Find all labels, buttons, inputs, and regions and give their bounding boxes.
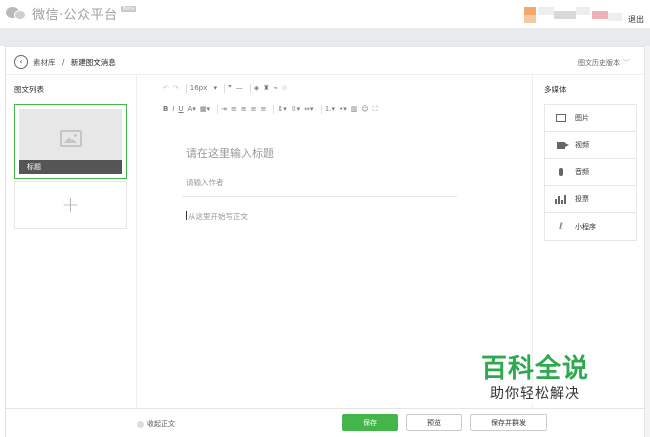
media-item-mini-program[interactable]: ℓ 小程序 <box>545 213 636 240</box>
align-justify-icon[interactable]: ≡ <box>261 105 267 113</box>
audio-icon <box>555 166 567 178</box>
image-icon <box>555 112 567 124</box>
text-caret <box>186 211 187 220</box>
author-input[interactable]: 请输入作者 <box>186 177 224 188</box>
multimedia-title: 多媒体 <box>544 85 567 94</box>
article-list-panel: 图文列表 标题 + <box>6 75 137 408</box>
editor-toolbar: ↶ ↷ 16px ▾ ❞ — ◈ ♜ ⌁ ⊘ B I U A▾ ▦▾ ⇥ ≡ ≡… <box>163 81 523 119</box>
media-item-label: 音频 <box>575 168 589 176</box>
emoji-icon[interactable]: ☺ <box>361 105 368 113</box>
font-size-value: 16px <box>189 84 208 92</box>
horizontal-rule-icon[interactable]: — <box>236 84 243 92</box>
underline-icon[interactable]: U <box>178 105 183 113</box>
plus-icon: + <box>61 192 80 218</box>
image-placeholder-icon <box>60 130 82 147</box>
article-card[interactable]: 标题 <box>14 104 127 179</box>
avatar[interactable] <box>524 6 624 23</box>
logout-link[interactable]: 退出 <box>628 14 644 25</box>
beta-badge: Beta <box>120 5 137 12</box>
media-item-image[interactable]: 图片 <box>545 105 636 132</box>
indent-icon[interactable]: ⇥ <box>221 105 227 113</box>
breadcrumb: 素材库 / 新建图文消息 <box>33 57 116 68</box>
history-versions[interactable]: 图文历史版本 ﹀ <box>578 58 630 68</box>
history-label: 图文历史版本 <box>578 59 620 67</box>
media-item-video[interactable]: 视频 <box>545 132 636 159</box>
multimedia-list: 图片 视频 音频 投票 ℓ 小程序 <box>544 104 637 241</box>
top-header: 微信·公众平台 Beta 退出 <box>0 0 650 28</box>
toolbar-row-1: ↶ ↷ 16px ▾ ❞ — ◈ ♜ ⌁ ⊘ <box>163 82 292 94</box>
collapse-body-toggle[interactable]: 收起正文 <box>137 419 175 429</box>
back-arrow-icon[interactable]: ‹ <box>14 55 28 69</box>
watermark-subtitle: 助你轻松解决 <box>490 383 580 403</box>
letter-spacing-icon[interactable]: ⇔▾ <box>304 105 313 113</box>
media-item-label: 小程序 <box>575 222 596 231</box>
breadcrumb-separator: / <box>61 58 65 67</box>
bold-icon[interactable]: B <box>163 105 168 113</box>
breadcrumb-bar: ‹ 素材库 / 新建图文消息 图文历史版本 ﹀ <box>6 47 644 75</box>
eraser-icon[interactable]: ◈ <box>254 84 259 92</box>
collapse-icon <box>137 420 144 428</box>
undo-icon[interactable]: ↶ <box>163 84 169 92</box>
italic-icon[interactable]: I <box>172 105 174 113</box>
link-icon[interactable]: ⌁ <box>273 84 277 92</box>
chevron-down-icon: ﹀ <box>623 59 630 67</box>
media-item-audio[interactable]: 音频 <box>545 159 636 186</box>
table-icon[interactable]: ▥ <box>351 105 358 113</box>
body-placeholder: 从这里开始写正文 <box>188 212 248 221</box>
align-left-icon[interactable]: ≡ <box>231 105 237 113</box>
article-card-title: 标题 <box>19 160 122 174</box>
video-icon <box>555 139 569 151</box>
paragraph-spacing-icon[interactable]: ⇳▾ <box>291 105 300 113</box>
save-button[interactable]: 保存 <box>342 414 398 431</box>
preview-button[interactable]: 预览 <box>406 414 462 431</box>
user-area: 退出 <box>524 4 644 25</box>
author-divider <box>182 196 457 197</box>
fullscreen-icon[interactable]: ⛶ <box>373 105 378 114</box>
media-item-label: 图片 <box>575 114 589 122</box>
align-center-icon[interactable]: ≡ <box>241 105 247 113</box>
scrollbar[interactable] <box>645 46 650 437</box>
media-item-vote[interactable]: 投票 <box>545 186 636 213</box>
add-article-button[interactable]: + <box>14 181 127 229</box>
collapse-label: 收起正文 <box>147 420 175 428</box>
ordered-list-icon[interactable]: ⒈▾ <box>325 104 336 114</box>
toolbar-row-2: B I U A▾ ▦▾ ⇥ ≡ ≡ ≡ ≡ ⇕▾ ⇳▾ ⇔▾ ⒈▾ •▾ ▥ ☺… <box>163 103 382 115</box>
wechat-logo-icon <box>6 5 28 21</box>
format-painter-icon[interactable]: ♜ <box>263 84 269 92</box>
header-divider <box>0 28 650 46</box>
vote-icon <box>555 193 567 205</box>
background-color-icon[interactable]: ▦▾ <box>200 105 210 113</box>
font-size-select[interactable]: 16px ▾ <box>190 84 217 92</box>
breadcrumb-current: 新建图文消息 <box>70 58 116 67</box>
body-input[interactable]: 从这里开始写正文 <box>186 211 248 222</box>
save-and-send-button[interactable]: 保存并群发 <box>470 414 547 431</box>
title-input[interactable]: 请在这里输入标题 <box>186 145 274 161</box>
watermark-title: 百科全说 <box>481 354 590 384</box>
redo-icon[interactable]: ↷ <box>173 84 179 92</box>
mini-program-icon: ℓ <box>559 221 563 232</box>
quote-icon[interactable]: ❞ <box>228 84 232 92</box>
unlink-icon[interactable]: ⊘ <box>282 84 288 92</box>
media-item-label: 投票 <box>575 195 589 203</box>
logo-text: 微信·公众平台 <box>32 7 118 23</box>
media-item-label: 视频 <box>575 141 589 149</box>
cover-thumbnail: 标题 <box>19 109 122 174</box>
article-list-title: 图文列表 <box>14 85 44 94</box>
unordered-list-icon[interactable]: •▾ <box>339 105 347 113</box>
line-height-icon[interactable]: ⇕▾ <box>277 105 286 113</box>
watermark: 百科全说 助你轻松解决 <box>464 333 634 413</box>
font-color-icon[interactable]: A▾ <box>188 105 196 113</box>
logo[interactable]: 微信·公众平台 Beta <box>6 3 137 23</box>
align-right-icon[interactable]: ≡ <box>251 105 257 113</box>
breadcrumb-root[interactable]: 素材库 <box>33 58 56 67</box>
